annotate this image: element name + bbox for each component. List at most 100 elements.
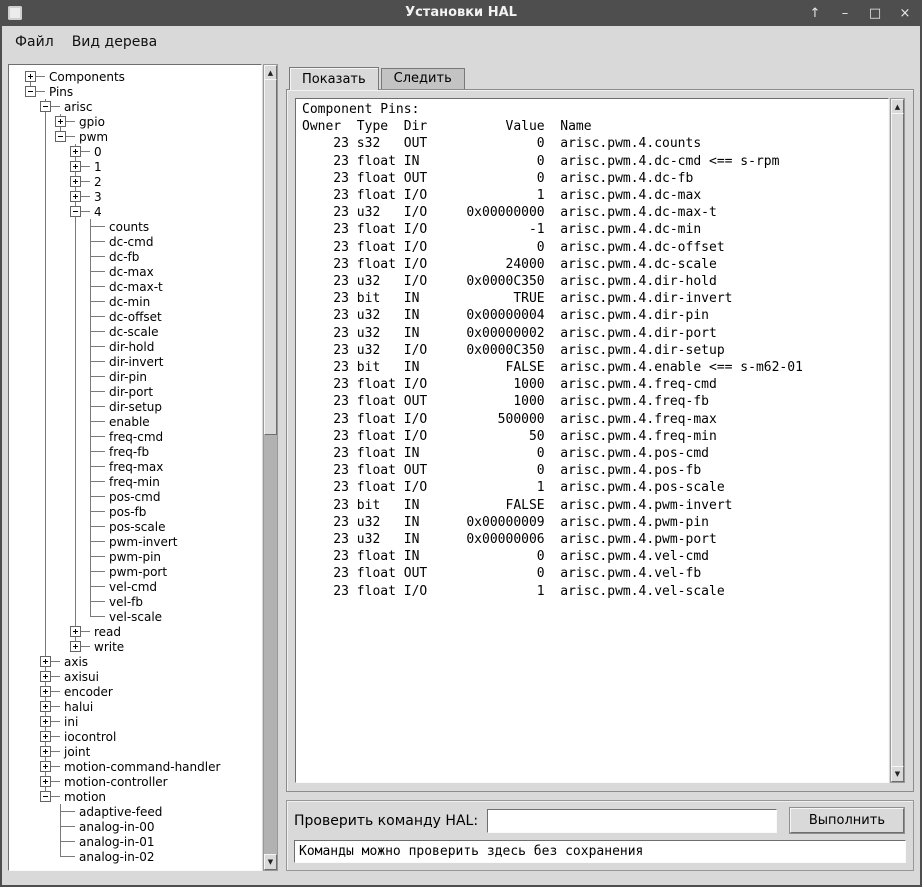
menu-file[interactable]: Файл: [6, 30, 63, 54]
tree-item-arisc[interactable]: arisc: [23, 99, 261, 114]
pins-line: 23 u32 IN 0x00000004 arisc.pwm.4.dir-pin: [302, 308, 709, 324]
menu-tree-view[interactable]: Вид дерева: [63, 30, 166, 54]
tree-item-label: ini: [64, 714, 79, 729]
tree-expander-plus-icon[interactable]: [40, 776, 51, 787]
tree-scrollbar[interactable]: ▲ ▼: [263, 64, 278, 871]
scroll-down-icon[interactable]: ▼: [264, 854, 277, 870]
tree-item-pos-cmd[interactable]: pos-cmd: [23, 489, 261, 504]
tree-item-read[interactable]: read: [23, 624, 261, 639]
tree-item-analog-in-02[interactable]: analog-in-02: [23, 849, 261, 864]
output-scrollbar[interactable]: ▲ ▼: [890, 98, 905, 783]
close-icon[interactable]: ×: [898, 6, 912, 21]
tab-show[interactable]: Показать: [289, 67, 379, 90]
tree-expander-minus-icon[interactable]: [40, 791, 51, 802]
tree-item-axisui[interactable]: axisui: [23, 669, 261, 684]
tree-expander-plus-icon[interactable]: [40, 656, 51, 667]
output-scrollbar-thumb[interactable]: [891, 113, 904, 768]
tree-expander-plus-icon[interactable]: [40, 731, 51, 742]
tree-item-analog-in-01[interactable]: analog-in-01: [23, 834, 261, 849]
tree-item-motion-controller[interactable]: motion-controller: [23, 774, 261, 789]
tree-expander-plus-icon[interactable]: [70, 641, 81, 652]
tree-expander-plus-icon[interactable]: [40, 671, 51, 682]
tree-item-dc-max[interactable]: dc-max: [23, 264, 261, 279]
tree-expander-minus-icon[interactable]: [40, 101, 51, 112]
tree-item-pwm[interactable]: pwm: [23, 129, 261, 144]
tree-scrollbar-thumb[interactable]: [264, 79, 277, 436]
tree-expander-minus-icon[interactable]: [55, 131, 66, 142]
tree-expander-plus-icon[interactable]: [70, 626, 81, 637]
tree-item-ini[interactable]: ini: [23, 714, 261, 729]
hal-command-input[interactable]: [487, 808, 777, 833]
tree-item-Pins[interactable]: Pins: [23, 84, 261, 99]
main-area: Components Pins arisc gpio pwm 0 1 2 3 4 counts dc-…: [2, 57, 920, 885]
tree-item-3[interactable]: 3: [23, 189, 261, 204]
tree[interactable]: Components Pins arisc gpio pwm 0 1 2 3 4 counts dc-…: [8, 64, 262, 871]
tree-item-gpio[interactable]: gpio: [23, 114, 261, 129]
tree-item-label: iocontrol: [64, 729, 117, 744]
tree-item-pwm-invert[interactable]: pwm-invert: [23, 534, 261, 549]
tree-item-encoder[interactable]: encoder: [23, 684, 261, 699]
tree-item-dc-offset[interactable]: dc-offset: [23, 309, 261, 324]
pins-output[interactable]: Component Pins: Owner Type Dir Value Name…: [295, 98, 889, 783]
tree-item-dc-min[interactable]: dc-min: [23, 294, 261, 309]
tree-expander-plus-icon[interactable]: [40, 761, 51, 772]
tree-item-dir-port[interactable]: dir-port: [23, 384, 261, 399]
tree-expander-plus-icon[interactable]: [70, 161, 81, 172]
tree-expander-plus-icon[interactable]: [40, 746, 51, 757]
tree-item-halui[interactable]: halui: [23, 699, 261, 714]
tree-item-freq-fb[interactable]: freq-fb: [23, 444, 261, 459]
tree-item-joint[interactable]: joint: [23, 744, 261, 759]
tree-item-label: dc-max-t: [109, 279, 163, 294]
tree-expander-plus-icon[interactable]: [70, 191, 81, 202]
tree-item-dir-setup[interactable]: dir-setup: [23, 399, 261, 414]
tree-item-motion[interactable]: motion: [23, 789, 261, 804]
tree-item-enable[interactable]: enable: [23, 414, 261, 429]
tree-item-dir-hold[interactable]: dir-hold: [23, 339, 261, 354]
execute-button[interactable]: Выполнить: [789, 808, 904, 833]
tree-item-adaptive-feed[interactable]: adaptive-feed: [23, 804, 261, 819]
tree-item-axis[interactable]: axis: [23, 654, 261, 669]
tree-item-label: adaptive-feed: [79, 804, 163, 819]
tree-expander-plus-icon[interactable]: [70, 176, 81, 187]
tree-expander-plus-icon[interactable]: [55, 116, 66, 127]
maximize-icon[interactable]: □: [868, 6, 882, 21]
tree-item-2[interactable]: 2: [23, 174, 261, 189]
minimize-icon[interactable]: –: [838, 6, 852, 21]
tree-item-vel-cmd[interactable]: vel-cmd: [23, 579, 261, 594]
tree-item-label: motion-controller: [64, 774, 168, 789]
tree-item-pwm-pin[interactable]: pwm-pin: [23, 549, 261, 564]
tree-item-freq-min[interactable]: freq-min: [23, 474, 261, 489]
shade-icon[interactable]: ↑: [808, 6, 822, 21]
tree-item-Components[interactable]: Components: [23, 69, 261, 84]
tree-item-dc-scale[interactable]: dc-scale: [23, 324, 261, 339]
tree-item-freq-max[interactable]: freq-max: [23, 459, 261, 474]
tab-watch[interactable]: Следить: [380, 68, 465, 89]
tree-expander-plus-icon[interactable]: [70, 146, 81, 157]
tree-item-vel-fb[interactable]: vel-fb: [23, 594, 261, 609]
tree-item-motion-command-handler[interactable]: motion-command-handler: [23, 759, 261, 774]
tree-item-pos-fb[interactable]: pos-fb: [23, 504, 261, 519]
tree-expander-plus-icon[interactable]: [40, 716, 51, 727]
tree-item-dc-fb[interactable]: dc-fb: [23, 249, 261, 264]
tree-item-dir-invert[interactable]: dir-invert: [23, 354, 261, 369]
tree-item-vel-scale[interactable]: vel-scale: [23, 609, 261, 624]
tree-expander-minus-icon[interactable]: [25, 86, 36, 97]
tree-item-dc-cmd[interactable]: dc-cmd: [23, 234, 261, 249]
scroll-down-icon[interactable]: ▼: [891, 766, 904, 782]
tree-item-iocontrol[interactable]: iocontrol: [23, 729, 261, 744]
tree-item-dc-max-t[interactable]: dc-max-t: [23, 279, 261, 294]
tree-item-dir-pin[interactable]: dir-pin: [23, 369, 261, 384]
tree-item-pwm-port[interactable]: pwm-port: [23, 564, 261, 579]
tree-item-analog-in-00[interactable]: analog-in-00: [23, 819, 261, 834]
tree-item-1[interactable]: 1: [23, 159, 261, 174]
tree-expander-plus-icon[interactable]: [40, 686, 51, 697]
tree-expander-plus-icon[interactable]: [40, 701, 51, 712]
tree-item-0[interactable]: 0: [23, 144, 261, 159]
tree-item-counts[interactable]: counts: [23, 219, 261, 234]
tree-item-pos-scale[interactable]: pos-scale: [23, 519, 261, 534]
tree-expander-minus-icon[interactable]: [70, 206, 81, 217]
tree-item-freq-cmd[interactable]: freq-cmd: [23, 429, 261, 444]
tree-expander-plus-icon[interactable]: [25, 71, 36, 82]
tree-item-4[interactable]: 4: [23, 204, 261, 219]
tree-item-write[interactable]: write: [23, 639, 261, 654]
